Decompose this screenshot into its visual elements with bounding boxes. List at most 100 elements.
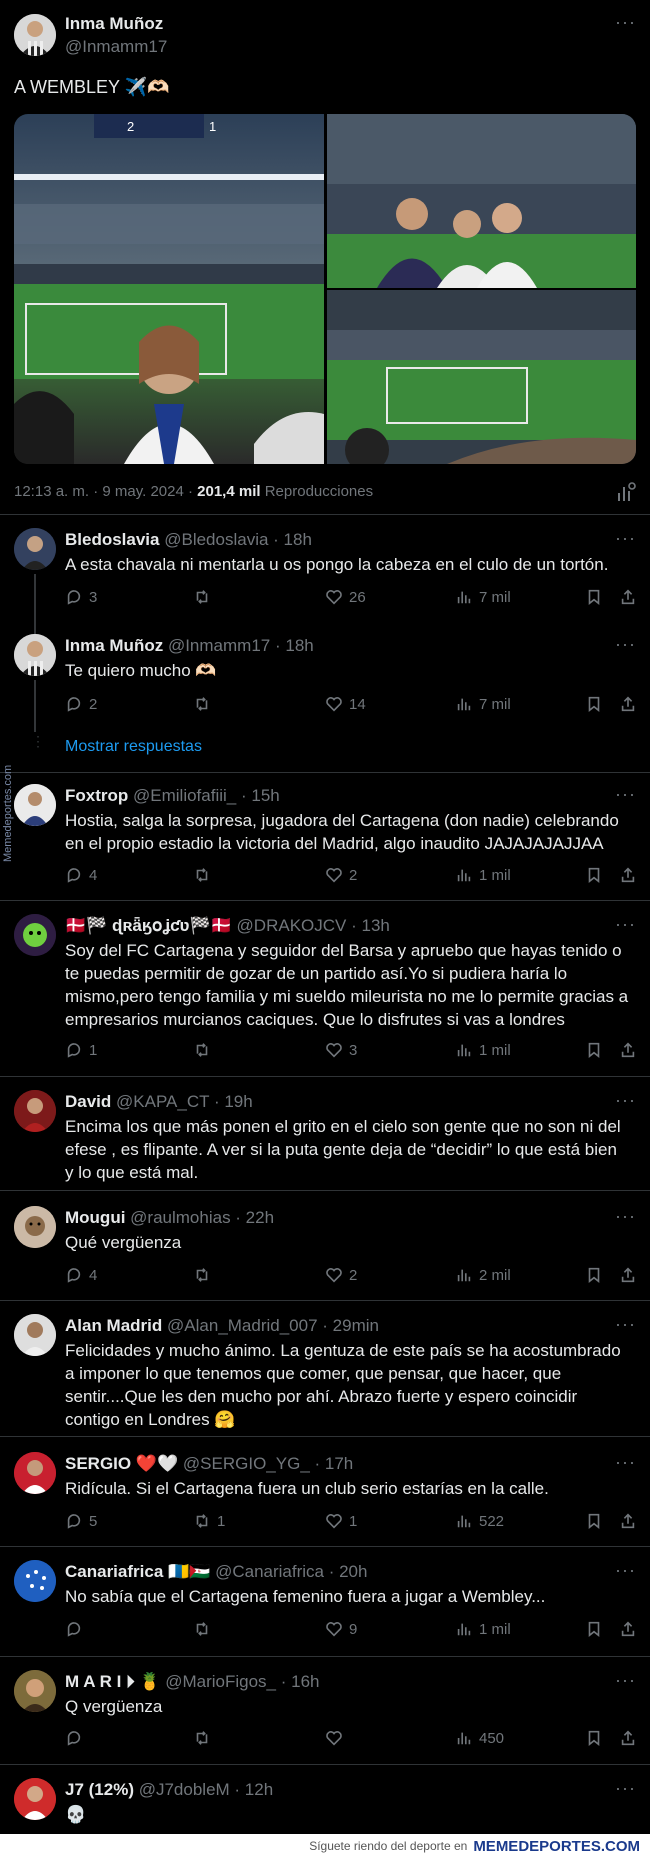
views-button[interactable]: 1 mil bbox=[455, 1041, 511, 1059]
retweet-button[interactable] bbox=[193, 1041, 217, 1059]
share-icon[interactable] bbox=[619, 1266, 637, 1284]
share-icon[interactable] bbox=[619, 1620, 637, 1638]
avatar[interactable] bbox=[14, 14, 56, 56]
like-button[interactable]: 2 bbox=[325, 866, 357, 884]
views-button[interactable]: 2 mil bbox=[455, 1266, 511, 1284]
reply-button[interactable]: 5 bbox=[65, 1512, 97, 1530]
reply-author-name[interactable]: M A R I ⏵ 🍍 bbox=[65, 1672, 160, 1691]
timestamp[interactable]: 12:13 a. m. · 9 may. 2024 · bbox=[14, 483, 193, 500]
retweet-button[interactable] bbox=[193, 866, 217, 884]
author-name[interactable]: Inma Muñoz bbox=[65, 14, 163, 33]
reply-button[interactable] bbox=[65, 1620, 89, 1638]
reply-time[interactable]: · 16h bbox=[281, 1672, 320, 1691]
views-button[interactable]: 7 mil bbox=[455, 588, 511, 606]
avatar[interactable] bbox=[14, 1670, 56, 1712]
more-options-icon[interactable]: ··· bbox=[615, 1090, 636, 1111]
more-options-icon[interactable]: ··· bbox=[615, 1206, 636, 1227]
reply-handle[interactable]: @Emiliofafiii_ bbox=[133, 786, 236, 805]
avatar[interactable] bbox=[14, 1314, 56, 1356]
more-options-icon[interactable]: ··· bbox=[615, 1452, 636, 1473]
reply-handle[interactable]: @J7dobleM bbox=[139, 1780, 230, 1799]
views-button[interactable]: 7 mil bbox=[455, 695, 511, 713]
footer-brand[interactable]: MEMEDEPORTES.COM bbox=[473, 1838, 640, 1855]
share-icon[interactable] bbox=[619, 1041, 637, 1059]
reply-time[interactable]: · 18h bbox=[273, 530, 312, 549]
more-options-icon[interactable]: ··· bbox=[615, 784, 636, 805]
reply-time[interactable]: · 19h bbox=[214, 1092, 253, 1111]
reply-author-name[interactable]: Canariafrica 🇮🇨🇪🇭 bbox=[65, 1562, 210, 1581]
reply-author-name[interactable]: Bledoslavia bbox=[65, 530, 160, 549]
avatar[interactable] bbox=[14, 528, 56, 570]
bookmark-icon[interactable] bbox=[585, 866, 603, 884]
bookmark-icon[interactable] bbox=[585, 1512, 603, 1530]
reply-button[interactable]: 4 bbox=[65, 1266, 97, 1284]
views-button[interactable]: 450 bbox=[455, 1729, 504, 1747]
reply-time[interactable]: · 29min bbox=[322, 1316, 379, 1335]
reply-handle[interactable]: @Inmamm17 bbox=[168, 636, 270, 655]
bookmark-icon[interactable] bbox=[585, 1729, 603, 1747]
avatar[interactable] bbox=[14, 1206, 56, 1248]
reply-handle[interactable]: @MarioFigos_ bbox=[165, 1672, 276, 1691]
reply-time[interactable]: · 13h bbox=[351, 916, 390, 935]
reply-author-name[interactable]: David bbox=[65, 1092, 111, 1111]
reply-handle[interactable]: @DRAKOJCV bbox=[237, 916, 347, 935]
show-replies-link[interactable]: Mostrar respuestas bbox=[65, 738, 202, 756]
reply-handle[interactable]: @Canariafrica bbox=[215, 1562, 324, 1581]
share-icon[interactable] bbox=[619, 588, 637, 606]
reply-time[interactable]: · 15h bbox=[241, 786, 280, 805]
reply-author-name[interactable]: 🇩🇰🏁 ɖʀǟӄօʝƈʋ🏁🇩🇰 bbox=[65, 916, 232, 935]
reply-button[interactable]: 1 bbox=[65, 1041, 97, 1059]
bookmark-icon[interactable] bbox=[585, 588, 603, 606]
analytics-icon[interactable] bbox=[616, 481, 636, 508]
avatar[interactable] bbox=[14, 1090, 56, 1132]
share-icon[interactable] bbox=[619, 866, 637, 884]
reply-button[interactable]: 4 bbox=[65, 866, 97, 884]
avatar[interactable] bbox=[14, 1452, 56, 1494]
reply-button[interactable] bbox=[65, 1729, 89, 1747]
photo-selfie-stadium[interactable]: 2 1 bbox=[14, 114, 324, 464]
views-button[interactable]: 522 bbox=[455, 1512, 504, 1530]
retweet-button[interactable] bbox=[193, 1729, 217, 1747]
reply-author-name[interactable]: Alan Madrid bbox=[65, 1316, 162, 1335]
retweet-button[interactable] bbox=[193, 1266, 217, 1284]
reply-time[interactable]: · 18h bbox=[275, 636, 314, 655]
more-options-icon[interactable]: ··· bbox=[615, 1778, 636, 1799]
like-button[interactable]: 14 bbox=[325, 695, 366, 713]
more-options-icon[interactable]: ··· bbox=[615, 914, 636, 935]
bookmark-icon[interactable] bbox=[585, 1041, 603, 1059]
avatar[interactable] bbox=[14, 914, 56, 956]
share-icon[interactable] bbox=[619, 1729, 637, 1747]
more-options-icon[interactable]: ··· bbox=[615, 1670, 636, 1691]
reply-time[interactable]: · 17h bbox=[315, 1454, 354, 1473]
reply-author-name[interactable]: Mougui bbox=[65, 1208, 125, 1227]
photo-group-fans[interactable] bbox=[327, 114, 636, 288]
reply-time[interactable]: · 12h bbox=[234, 1780, 273, 1799]
like-button[interactable]: 1 bbox=[325, 1512, 357, 1530]
like-button[interactable] bbox=[325, 1729, 349, 1747]
avatar[interactable] bbox=[14, 784, 56, 826]
reply-handle[interactable]: @SERGIO_YG_ bbox=[183, 1454, 310, 1473]
share-icon[interactable] bbox=[619, 1512, 637, 1530]
reply-author-name[interactable]: SERGIO ❤️🤍 bbox=[65, 1454, 178, 1473]
like-button[interactable]: 3 bbox=[325, 1041, 357, 1059]
photo-stadium-pitch[interactable] bbox=[327, 290, 636, 464]
avatar[interactable] bbox=[14, 1778, 56, 1820]
tweet-author[interactable]: Inma Muñoz bbox=[65, 14, 163, 34]
reply-handle[interactable]: @Bledoslavia bbox=[164, 530, 268, 549]
retweet-button[interactable] bbox=[193, 588, 217, 606]
more-options-icon[interactable]: ··· bbox=[615, 634, 636, 655]
more-options-icon[interactable]: ··· bbox=[615, 12, 636, 33]
bookmark-icon[interactable] bbox=[585, 695, 603, 713]
reply-author-name[interactable]: J7 (12%) bbox=[65, 1780, 134, 1799]
like-button[interactable]: 2 bbox=[325, 1266, 357, 1284]
reply-author-name[interactable]: Foxtrop bbox=[65, 786, 128, 805]
share-icon[interactable] bbox=[619, 695, 637, 713]
like-button[interactable]: 9 bbox=[325, 1620, 357, 1638]
bookmark-icon[interactable] bbox=[585, 1620, 603, 1638]
reply-handle[interactable]: @raulmohias bbox=[130, 1208, 230, 1227]
retweet-button[interactable]: 1 bbox=[193, 1512, 225, 1530]
avatar[interactable] bbox=[14, 634, 56, 676]
reply-button[interactable]: 2 bbox=[65, 695, 97, 713]
views-button[interactable]: 1 mil bbox=[455, 866, 511, 884]
views-button[interactable]: 1 mil bbox=[455, 1620, 511, 1638]
